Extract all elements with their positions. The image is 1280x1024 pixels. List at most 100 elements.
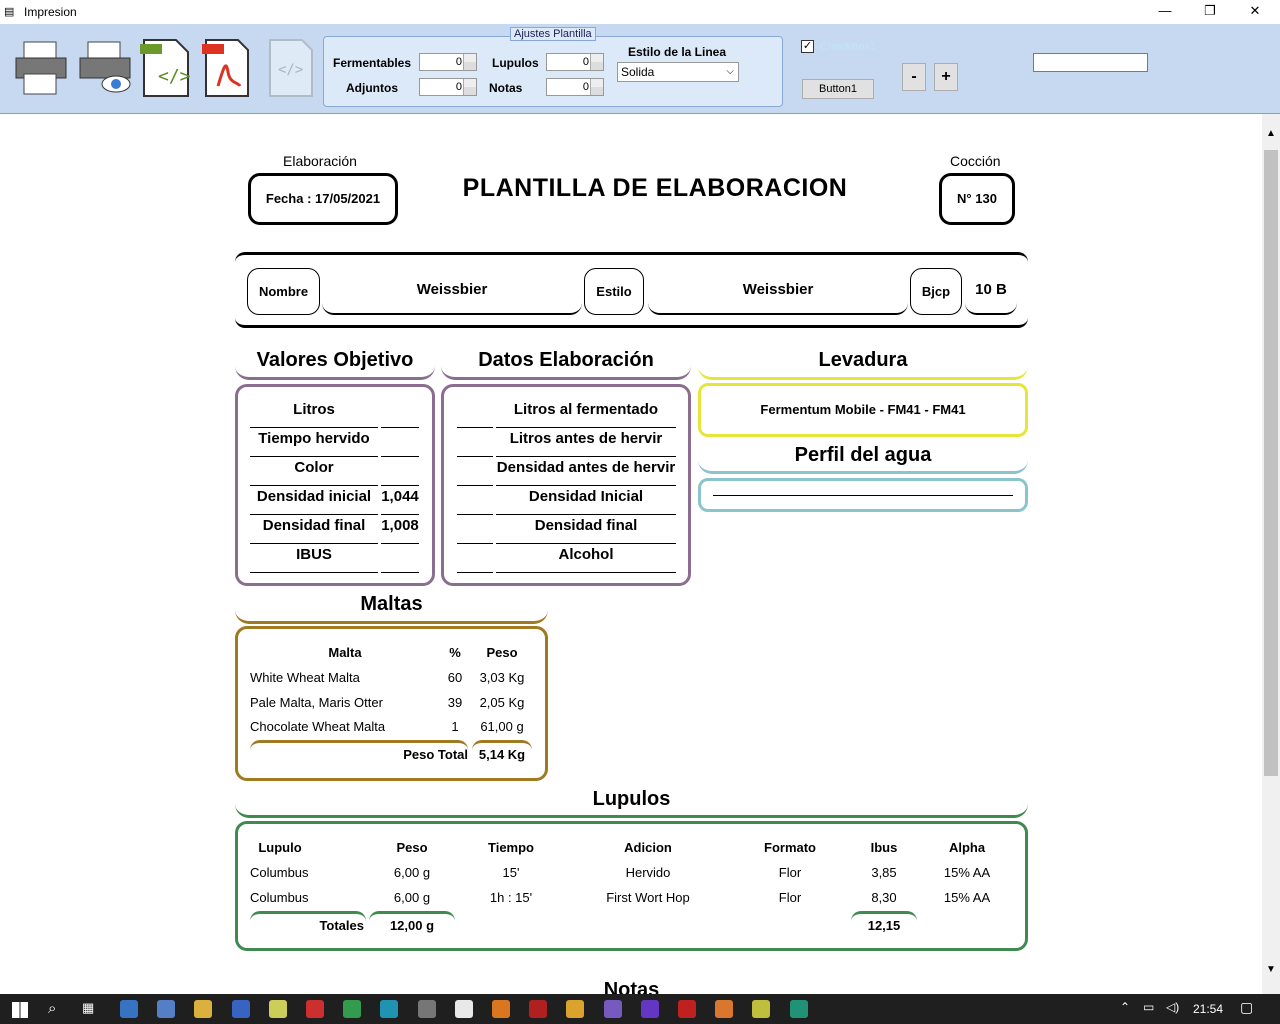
minimize-button[interactable]: — [1142,0,1188,24]
taskbar-app-icon[interactable] [380,1000,399,1018]
lupulos-header: Lupulo [258,840,302,855]
minus-button[interactable]: - [902,63,926,91]
notas-label: Notas [489,81,523,95]
levadura-value: Fermentum Mobile - FM41 - FM41 [698,383,1028,437]
datos-row-label: Litros antes de hervir [496,428,676,457]
estilo-linea-select[interactable]: Solida ⌵ [617,62,739,82]
button1[interactable]: Button1 [802,79,874,99]
maltas-header: % [449,645,461,660]
taskbar-app-icon[interactable] [157,1000,176,1018]
taskbar-app-icon[interactable] [603,1000,622,1018]
taskbar-app-icon[interactable] [120,1000,138,1018]
taskbar-app-icon[interactable] [306,1000,324,1018]
taskbar-app-icon[interactable] [752,1000,771,1018]
checkbox1[interactable]: ✓ [801,40,814,53]
taskbar-app-icon[interactable] [343,1000,362,1018]
valores-row-value [381,457,419,486]
vertical-scrollbar[interactable]: ▲ ▼ [1262,114,1280,994]
task-view-icon[interactable]: ▦ [82,1000,94,1016]
taskbar-app-icon[interactable] [640,1000,659,1018]
window-title: Impresion [24,5,77,19]
html-export-icon[interactable]: </> [138,36,196,98]
fermentables-stepper[interactable]: 0 [419,53,477,71]
scroll-down-icon[interactable]: ▼ [1266,964,1276,975]
lupulos-header: Tiempo [488,840,534,855]
taskbar-app-icon[interactable] [566,1000,585,1018]
lupulos-header: Adicion [624,840,672,855]
fecha-box: Fecha : 17/05/2021 [248,173,398,225]
elaboracion-label: Elaboración [283,153,357,169]
datos-row-label: Litros al fermentado [496,399,676,428]
taskbar-app-icon[interactable] [678,1000,696,1018]
checkbox1-label: CheckBox1 [820,41,877,53]
datos-row-label: Densidad Inicial [496,486,676,515]
datos-row-blank [457,399,493,428]
lupulos-header: Ibus [870,840,898,855]
taskbar-app-icon[interactable] [789,1000,808,1018]
page-title: PLANTILLA DE ELABORACION [462,174,848,202]
taskbar-app-icon[interactable] [529,1000,548,1018]
text-input[interactable] [1033,53,1148,72]
group-title: Ajustes Plantilla [510,27,596,41]
valores-arc [235,366,435,380]
clock[interactable]: 21:54 [1193,1002,1223,1016]
bjcp-label: Bjcp [910,268,962,315]
datos-arc [441,366,691,380]
start-icon[interactable] [12,1002,28,1018]
datos-row-label: Alcohol [496,544,676,573]
taskbar-app-icon[interactable] [454,1000,473,1018]
lupulos-cell: Columbus [250,865,309,880]
svg-text:</>: </> [278,62,303,78]
title-bar: ▤ Impresion — ❐ ✕ [0,0,1280,24]
print-icon[interactable] [12,36,70,98]
lupulos-total-peso: 12,00 g [389,918,435,933]
recipe-band-top [235,252,1028,262]
taskbar-app-icon[interactable] [268,1000,287,1018]
datos-row-blank [457,515,493,544]
scroll-up-icon[interactable]: ▲ [1266,128,1276,139]
lupulos-cell: 15% AA [943,890,991,905]
network-icon[interactable]: ▭ [1143,1000,1154,1014]
estilo-linea-value: Solida [621,65,655,79]
lupulos-header: Formato [764,840,816,855]
close-button[interactable]: ✕ [1232,0,1278,24]
scroll-thumb[interactable] [1264,150,1278,776]
maltas-cell: Chocolate Wheat Malta [250,719,386,734]
document-view[interactable]: Elaboración Fecha : 17/05/2021 PLANTILLA… [0,114,1262,994]
lupulos-cell: Hervido [625,865,671,880]
lupulos-cell: 15' [502,865,520,880]
taskbar-app-icon[interactable] [417,1000,436,1018]
valores-row-value [381,428,419,457]
nombre-label: Nombre [247,268,320,315]
restore-button[interactable]: ❐ [1187,0,1233,24]
plus-button[interactable]: + [934,63,958,91]
search-icon[interactable]: ⌕ [48,1000,56,1017]
notification-icon[interactable]: ▢ [1240,999,1253,1016]
lupulos-cell: 3,85 [871,865,897,880]
taskbar-app-icon[interactable] [715,1000,734,1018]
volume-icon[interactable]: ◁) [1166,1000,1179,1014]
lupulos-cell: 1h : 15' [489,890,533,905]
maltas-cell: 39 [447,694,463,710]
valores-row-label: Densidad final [250,515,378,544]
nombre-value: Weissbier [322,268,582,315]
taskbar: ⌕ ▦ ⌃ ▭ ◁) 21:54 ▢ [0,994,1280,1024]
lupulos-stepper[interactable]: 0 [546,53,604,71]
taskbar-app-icon[interactable] [492,1000,510,1018]
lupulos-total-ibus: 12,15 [867,918,901,933]
maltas-cell: White Wheat Malta [250,670,360,685]
taskbar-app-icon[interactable] [194,1000,213,1018]
chevron-down-icon: ⌵ [726,66,734,77]
lupulos-cell: 15% AA [943,865,991,880]
valores-row-value [381,399,419,428]
print-preview-icon[interactable] [76,36,134,98]
notas-stepper[interactable]: 0 [546,78,604,96]
lupulos-label: Lupulos [492,56,539,70]
taskbar-app-icon[interactable] [231,1000,250,1018]
maltas-total-label: Peso Total [403,747,468,762]
pdf-export-icon[interactable] [198,36,256,98]
lupulos-cell: Flor [778,890,802,905]
adjuntos-stepper[interactable]: 0 [419,78,477,96]
tray-chevron-icon[interactable]: ⌃ [1120,1000,1130,1014]
lupulos-cell: First Wort Hop [606,890,690,905]
